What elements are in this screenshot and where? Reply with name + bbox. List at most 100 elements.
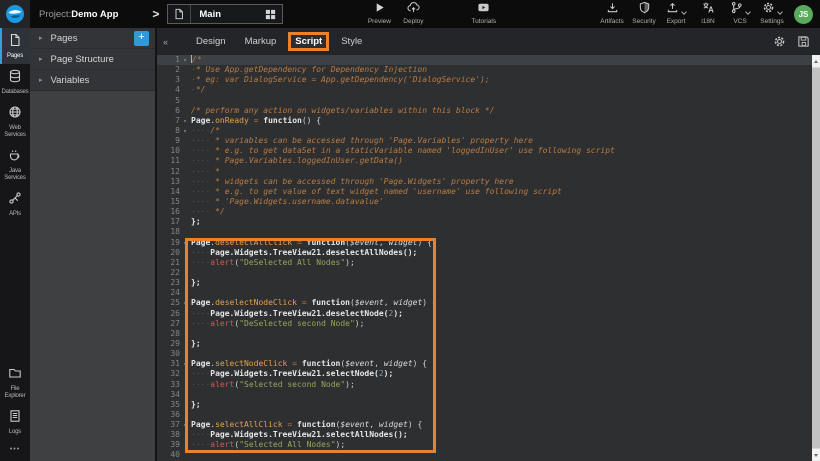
code-line-2[interactable]: 2·* Use App.getDependency for Dependency…	[157, 65, 812, 75]
code-line-36[interactable]: 36	[157, 410, 812, 420]
code-text: ···· * e.g. to get dataSet in a staticVa…	[191, 146, 615, 156]
tab-script[interactable]: Script	[288, 32, 329, 51]
rail-item-pages[interactable]: Pages	[0, 28, 30, 64]
editor-tabs: DesignMarkupScriptStyle	[196, 36, 362, 47]
code-line-21[interactable]: 21····alert("DeSelected All Nodes");	[157, 258, 812, 268]
script-settings-gear-icon[interactable]	[773, 35, 786, 48]
topbar-action-preview[interactable]: Preview	[365, 3, 393, 25]
code-line-31[interactable]: 31▾Page.selectNodeClick = function($even…	[157, 359, 812, 369]
rail-item-apis[interactable]: APIs	[0, 186, 30, 222]
scrollbar-down-button[interactable]	[812, 449, 820, 461]
line-number: 26	[157, 309, 180, 318]
code-line-20[interactable]: 20····Page.Widgets.TreeView21.deselectAl…	[157, 248, 812, 258]
code-line-29[interactable]: 29};	[157, 339, 812, 349]
topbar-action-vcs[interactable]: VCS	[726, 3, 754, 25]
code-line-25[interactable]: 25▾Page.deselectNodeClick = function($ev…	[157, 298, 812, 308]
page-tab-main[interactable]: Main	[167, 4, 283, 24]
code-line-22[interactable]: 22	[157, 268, 812, 278]
topbar-action-export[interactable]: Export	[662, 3, 690, 25]
code-line-9[interactable]: 9···· * variables can be accessed throug…	[157, 136, 812, 146]
code-area[interactable]: 1▾/*2·* Use App.getDependency for Depend…	[157, 55, 812, 461]
explorer-section-label: Variables	[51, 75, 90, 86]
code-line-15[interactable]: 15···· * 'Page.Widgets.username.datavalu…	[157, 197, 812, 207]
code-line-40[interactable]: 40	[157, 450, 812, 460]
scroll-up-icon	[814, 60, 818, 63]
save-icon[interactable]	[797, 35, 810, 48]
topbar-action-settings[interactable]: Settings	[758, 3, 786, 25]
fold-toggle-icon[interactable]: ▾	[180, 361, 190, 368]
code-line-6[interactable]: 6/* perform any action on widgets/variab…	[157, 106, 812, 116]
code-line-39[interactable]: 39····alert("Selected All Nodes");	[157, 440, 812, 450]
code-line-35[interactable]: 35};	[157, 400, 812, 410]
scrollbar-thumb[interactable]	[812, 68, 820, 448]
caret-right-icon[interactable]: ▸	[39, 34, 43, 42]
tab-style[interactable]: Style	[341, 36, 362, 47]
fold-toggle-icon[interactable]: ▾	[180, 57, 190, 64]
code-line-7[interactable]: 7▾Page.onReady = function() {	[157, 116, 812, 126]
code-line-14[interactable]: 14···· * e.g. to get value of text widge…	[157, 187, 812, 197]
code-line-38[interactable]: 38····Page.Widgets.TreeView21.selectAllN…	[157, 430, 812, 440]
caret-right-icon[interactable]: ▸	[39, 55, 43, 63]
breadcrumb-chevron-icon[interactable]: >	[152, 7, 159, 21]
line-gutter: 9	[157, 136, 191, 146]
fold-toggle-icon[interactable]: ▾	[180, 300, 190, 307]
code-line-24[interactable]: 24	[157, 288, 812, 298]
topbar-action-security[interactable]: Security	[630, 3, 658, 25]
rail-item-java-services[interactable]: Java Services	[0, 143, 30, 186]
editor-scrollbar[interactable]	[812, 55, 820, 461]
code-text: ····Page.Widgets.TreeView21.selectNode(2…	[191, 369, 393, 379]
line-number: 33	[157, 380, 180, 389]
code-line-17[interactable]: 17};	[157, 217, 812, 227]
code-line-5[interactable]: 5	[157, 96, 812, 106]
topbar-action-artifacts[interactable]: Artifacts	[598, 3, 626, 25]
chevron-down-icon	[777, 9, 783, 15]
tab-markup[interactable]: Markup	[245, 36, 277, 47]
fold-toggle-icon[interactable]: ▾	[180, 118, 190, 125]
code-line-4[interactable]: 4·*/	[157, 85, 812, 95]
topbar-action-deploy[interactable]: Deploy	[399, 3, 427, 25]
scrollbar-up-button[interactable]	[812, 55, 820, 67]
rail-overflow-menu[interactable]: •••	[0, 440, 30, 461]
code-line-11[interactable]: 11···· * Page.Variables.loggedInUser.get…	[157, 156, 812, 166]
code-line-3[interactable]: 3·* eg: var DialogService = App.getDepen…	[157, 75, 812, 85]
code-line-32[interactable]: 32····Page.Widgets.TreeView21.selectNode…	[157, 369, 812, 379]
coffee-icon	[8, 148, 22, 167]
add-page-button[interactable]: +	[134, 31, 149, 46]
code-line-8[interactable]: 8▾····/*	[157, 126, 812, 136]
script-editor[interactable]: 1▾/*2·* Use App.getDependency for Depend…	[157, 55, 820, 461]
code-line-1[interactable]: 1▾/*	[157, 55, 812, 65]
fold-toggle-icon[interactable]: ▾	[180, 240, 190, 247]
code-line-30[interactable]: 30	[157, 349, 812, 359]
code-line-26[interactable]: 26····Page.Widgets.TreeView21.deselectNo…	[157, 309, 812, 319]
topbar-action-i18n[interactable]: Ai18N	[694, 3, 722, 25]
explorer-section-page-structure[interactable]: ▸Page Structure	[30, 49, 155, 70]
topbar-action-tutorials[interactable]: Tutorials	[469, 3, 498, 25]
fold-toggle-icon[interactable]: ▾	[180, 128, 190, 135]
caret-right-icon[interactable]: ▸	[39, 76, 43, 84]
code-line-13[interactable]: 13···· * widgets can be accessed through…	[157, 177, 812, 187]
code-line-27[interactable]: 27····alert("DeSelected second Node");	[157, 319, 812, 329]
code-line-19[interactable]: 19▾Page.deselectAllClick = function($eve…	[157, 238, 812, 248]
code-line-34[interactable]: 34	[157, 390, 812, 400]
code-line-16[interactable]: 16···· */	[157, 207, 812, 217]
rail-item-logs[interactable]: Logs	[0, 404, 30, 440]
code-line-10[interactable]: 10···· * e.g. to get dataSet in a static…	[157, 146, 812, 156]
tab-design[interactable]: Design	[196, 36, 226, 47]
explorer-section-variables[interactable]: ▸ Variables	[30, 70, 155, 91]
code-line-12[interactable]: 12···· *	[157, 167, 812, 177]
branch-icon	[730, 1, 743, 19]
app-logo[interactable]	[0, 0, 30, 28]
code-line-37[interactable]: 37▾Page.selectAllClick = function($event…	[157, 420, 812, 430]
collapse-panel-button[interactable]: «	[160, 36, 171, 48]
code-line-33[interactable]: 33····alert("Selected second Node");	[157, 380, 812, 390]
fold-toggle-icon[interactable]: ▾	[180, 422, 190, 429]
code-line-23[interactable]: 23};	[157, 278, 812, 288]
grid-icon[interactable]	[264, 8, 277, 21]
explorer-section-pages[interactable]: ▸Pages+	[30, 28, 155, 49]
user-avatar[interactable]: JS	[794, 5, 813, 24]
code-line-18[interactable]: 18	[157, 227, 812, 237]
rail-item-web-services[interactable]: Web Services	[0, 100, 30, 143]
rail-item-file-explorer[interactable]: File Explorer	[0, 361, 30, 404]
rail-item-databases[interactable]: Databases	[0, 64, 30, 100]
code-line-28[interactable]: 28	[157, 329, 812, 339]
